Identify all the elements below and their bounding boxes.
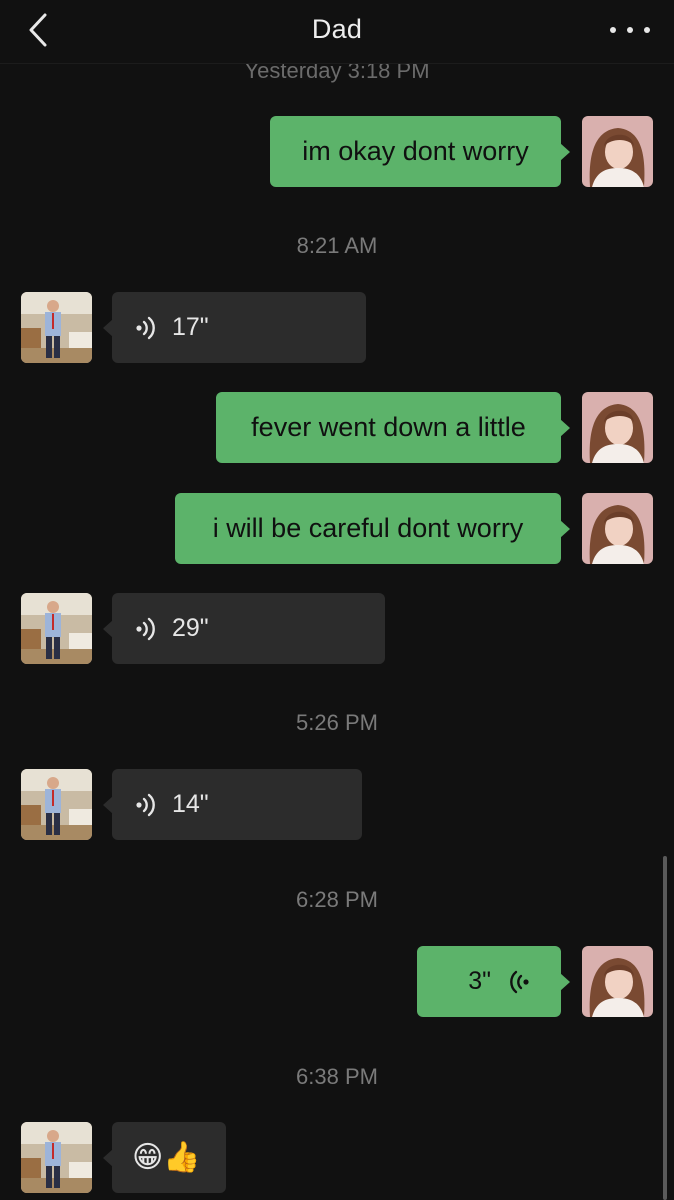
chat-header: Dad [0, 0, 674, 64]
outgoing-message[interactable]: fever went down a little [216, 392, 570, 463]
man-portrait-icon [21, 1122, 92, 1193]
my-avatar[interactable] [582, 946, 653, 1017]
dad-avatar[interactable] [21, 593, 92, 664]
dad-avatar[interactable] [21, 769, 92, 840]
man-portrait-icon [21, 292, 92, 363]
more-options-button[interactable] [610, 18, 650, 42]
woman-portrait-icon [582, 946, 653, 1017]
woman-portrait-icon [582, 116, 653, 187]
voice-wave-icon [136, 793, 155, 816]
outgoing-voice-message[interactable]: 3" [417, 946, 570, 1017]
message-text: im okay dont worry [302, 136, 529, 166]
scrollbar[interactable] [663, 856, 667, 1200]
voice-duration: 17" [172, 313, 209, 341]
voice-wave-icon [136, 316, 155, 339]
voice-wave-icon [136, 617, 155, 640]
woman-portrait-icon [582, 493, 653, 564]
my-avatar[interactable] [582, 392, 653, 463]
timestamp: 8:21 AM [296, 233, 378, 258]
dad-avatar[interactable] [21, 1122, 92, 1193]
man-portrait-icon [21, 769, 92, 840]
voice-duration: 14" [172, 790, 209, 818]
incoming-voice-message[interactable]: 17" [103, 292, 366, 363]
man-portrait-icon [21, 593, 92, 664]
chat-title: Dad [311, 14, 363, 44]
woman-portrait-icon [582, 392, 653, 463]
emoji-text: 😁👍 [132, 1141, 201, 1174]
outgoing-message[interactable]: i will be careful dont worry [175, 493, 570, 564]
message-text: fever went down a little [251, 412, 526, 442]
incoming-voice-message[interactable]: 29" [103, 593, 385, 664]
incoming-voice-message[interactable]: 14" [103, 769, 362, 840]
dad-avatar[interactable] [21, 292, 92, 363]
outgoing-message[interactable]: im okay dont worry [270, 116, 570, 187]
incoming-emoji-message[interactable]: 😁👍 [103, 1122, 226, 1193]
timestamp: 5:26 PM [296, 710, 378, 735]
timestamp: 6:38 PM [296, 1064, 378, 1089]
timestamp: 6:28 PM [296, 887, 378, 912]
voice-wave-icon [510, 970, 529, 993]
my-avatar[interactable] [582, 493, 653, 564]
chat-screen: Yesterday 3:18 PM Dad im okay dont worry… [0, 0, 674, 1200]
voice-duration: 3" [468, 967, 491, 995]
my-avatar[interactable] [582, 116, 653, 187]
more-dots-icon [610, 27, 616, 33]
message-text: i will be careful dont worry [212, 513, 524, 543]
voice-duration: 29" [172, 614, 209, 642]
